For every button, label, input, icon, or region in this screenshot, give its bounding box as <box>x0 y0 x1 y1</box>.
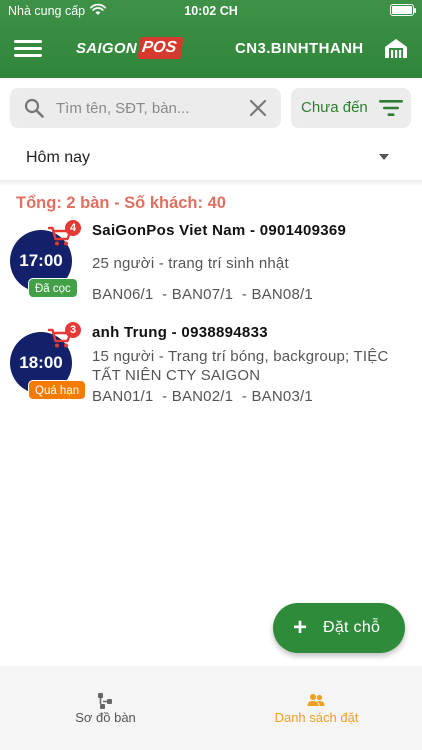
date-dropdown-value: Hôm nay <box>26 149 91 166</box>
search-input[interactable] <box>56 96 246 120</box>
logo-pos: POS <box>137 37 184 59</box>
add-booking-button[interactable]: + Đặt chỗ <box>273 603 405 653</box>
plus-icon: + <box>293 614 308 641</box>
status-filter-label: Chưa đến <box>301 99 368 116</box>
hamburger-menu-icon[interactable] <box>14 36 42 60</box>
branch-name: CN3.BINHTHANH <box>235 40 364 57</box>
date-dropdown[interactable]: Hôm nay <box>0 138 422 178</box>
booking-item[interactable]: 17:00 4 Đã cọc SaiGonPos Viet Nam - 0901… <box>0 216 422 316</box>
clear-icon[interactable] <box>249 99 267 117</box>
booking-item[interactable]: 18:00 3 Quá hạn anh Trung - 0938894833 1… <box>0 316 422 416</box>
search-icon <box>24 98 44 118</box>
divider-shadow <box>0 180 422 186</box>
cart-count-badge: 4 <box>65 220 81 236</box>
booking-summary: Tổng: 2 bàn - Số khách: 40 <box>16 194 226 212</box>
customer-name: SaiGonPos Viet Nam - 0901409369 <box>92 222 347 239</box>
status-time: 10:02 CH <box>184 4 238 18</box>
app-header: Nhà cung cấp 10:02 CH SAIGON POS CN3.BIN… <box>0 0 422 78</box>
status-badge: Quá hạn <box>28 380 87 400</box>
status-bar: Nhà cung cấp 10:02 CH <box>0 0 422 22</box>
booking-tables: BAN01/1 - BAN02/1 - BAN03/1 <box>92 388 313 405</box>
status-badge: Đã cọc <box>28 278 78 298</box>
app-logo: SAIGON POS <box>76 34 184 62</box>
add-booking-label: Đặt chỗ <box>323 619 381 636</box>
logo-text: SAIGON <box>76 39 137 57</box>
bottom-navigation: Sơ đồ bàn Danh sách đặt <box>0 666 422 750</box>
nav-tab-table-map[interactable]: Sơ đồ bàn <box>0 666 211 750</box>
nav-label: Danh sách đặt <box>274 710 359 725</box>
filter-icon <box>379 100 403 116</box>
booking-note: 25 người - trang trí sinh nhật <box>92 255 289 272</box>
status-filter-button[interactable]: Chưa đến <box>291 88 411 128</box>
caret-down-icon <box>379 154 389 160</box>
table-map-icon <box>98 693 112 709</box>
nav-tab-booking-list[interactable]: Danh sách đặt <box>211 666 422 750</box>
battery-icon <box>390 4 416 16</box>
search-box <box>10 88 281 128</box>
people-icon <box>307 694 325 706</box>
booking-tables: BAN06/1 - BAN07/1 - BAN08/1 <box>92 286 313 303</box>
restaurant-building-icon[interactable] <box>384 37 408 59</box>
cart-count-badge: 3 <box>65 322 81 338</box>
nav-label: Sơ đồ bàn <box>75 710 136 725</box>
customer-name: anh Trung - 0938894833 <box>92 324 268 341</box>
booking-note: 15 người - Trang trí bóng, backgroup; TI… <box>92 348 389 384</box>
